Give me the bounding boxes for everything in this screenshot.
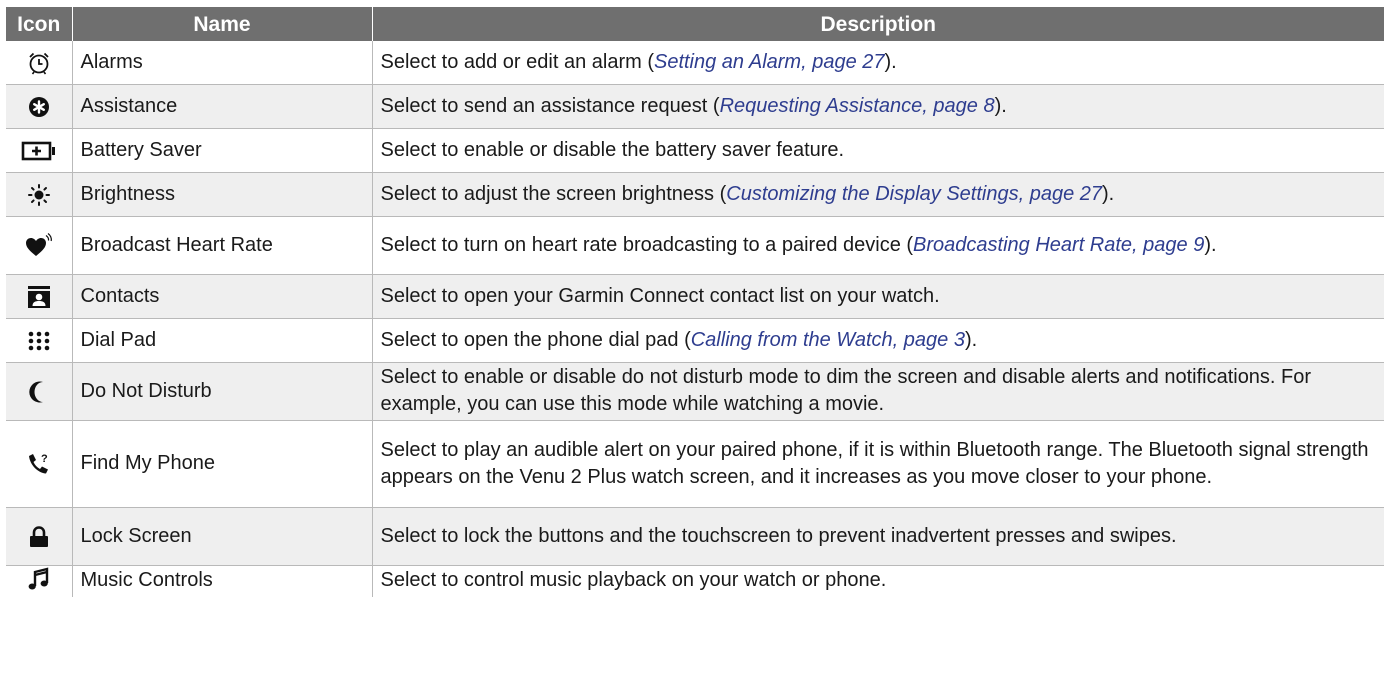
- page-link[interactable]: Customizing the Display Settings, page 2…: [726, 183, 1102, 205]
- header-name: Name: [71, 7, 372, 41]
- table-row: Assistance Select to send an assistance …: [6, 84, 1384, 129]
- dial-pad-icon: [6, 318, 72, 363]
- row-name: Broadcast Heart Rate: [71, 216, 372, 275]
- lock-icon: [6, 507, 72, 566]
- row-description: Select to play an audible alert on your …: [371, 420, 1384, 508]
- row-description: Select to enable or disable do not distu…: [371, 362, 1384, 421]
- controls-table: Icon Name Description Alarms Select to a…: [6, 7, 1384, 597]
- row-name: Find My Phone: [71, 420, 372, 508]
- row-name: Assistance: [71, 84, 372, 129]
- table-row: Lock Screen Select to lock the buttons a…: [6, 507, 1384, 566]
- table-row: Brightness Select to adjust the screen b…: [6, 172, 1384, 217]
- row-description: Select to adjust the screen brightness (…: [371, 172, 1384, 217]
- table-row: Contacts Select to open your Garmin Conn…: [6, 274, 1384, 319]
- broadcast-heart-rate-icon: [6, 216, 72, 275]
- table-header-row: Icon Name Description: [6, 7, 1384, 41]
- table-row: Dial Pad Select to open the phone dial p…: [6, 318, 1384, 363]
- music-note-icon: [6, 566, 72, 598]
- assistance-icon: [6, 84, 72, 129]
- row-name: Dial Pad: [71, 318, 372, 363]
- row-name: Contacts: [71, 274, 372, 319]
- row-name: Alarms: [71, 41, 372, 85]
- page-link[interactable]: Requesting Assistance, page 8: [720, 95, 995, 117]
- alarm-clock-icon: [6, 41, 72, 85]
- page-link[interactable]: Setting an Alarm, page 27: [654, 51, 885, 73]
- row-name: Brightness: [71, 172, 372, 217]
- table-row: Alarms Select to add or edit an alarm (S…: [6, 41, 1384, 85]
- battery-saver-icon: [6, 128, 72, 173]
- table-row: ? Find My Phone Select to play an audibl…: [6, 420, 1384, 508]
- row-name: Music Controls: [71, 565, 372, 597]
- row-description: Select to control music playback on your…: [371, 565, 1384, 597]
- table-row: Battery Saver Select to enable or disabl…: [6, 128, 1384, 173]
- table-row: Broadcast Heart Rate Select to turn on h…: [6, 216, 1384, 275]
- row-name: Lock Screen: [71, 507, 372, 566]
- svg-text:?: ?: [41, 453, 48, 465]
- header-description: Description: [371, 7, 1384, 41]
- row-description: Select to add or edit an alarm (Setting …: [371, 41, 1384, 85]
- row-name: Do Not Disturb: [71, 362, 372, 421]
- contacts-icon: [6, 274, 72, 319]
- page-link[interactable]: Calling from the Watch, page 3: [691, 329, 965, 351]
- table-row: Do Not Disturb Select to enable or disab…: [6, 362, 1384, 421]
- find-phone-icon: ?: [6, 420, 72, 508]
- row-description: Select to open the phone dial pad (Calli…: [371, 318, 1384, 363]
- row-description: Select to lock the buttons and the touch…: [371, 507, 1384, 566]
- page-link[interactable]: Broadcasting Heart Rate, page 9: [913, 234, 1204, 256]
- row-description: Select to send an assistance request (Re…: [371, 84, 1384, 129]
- moon-icon: [6, 362, 72, 421]
- row-description: Select to open your Garmin Connect conta…: [371, 274, 1384, 319]
- row-name: Battery Saver: [71, 128, 372, 173]
- row-description: Select to enable or disable the battery …: [371, 128, 1384, 173]
- brightness-icon: [6, 172, 72, 217]
- header-icon: Icon: [6, 7, 72, 41]
- table-row: Music Controls Select to control music p…: [6, 565, 1384, 598]
- row-description: Select to turn on heart rate broadcastin…: [371, 216, 1384, 275]
